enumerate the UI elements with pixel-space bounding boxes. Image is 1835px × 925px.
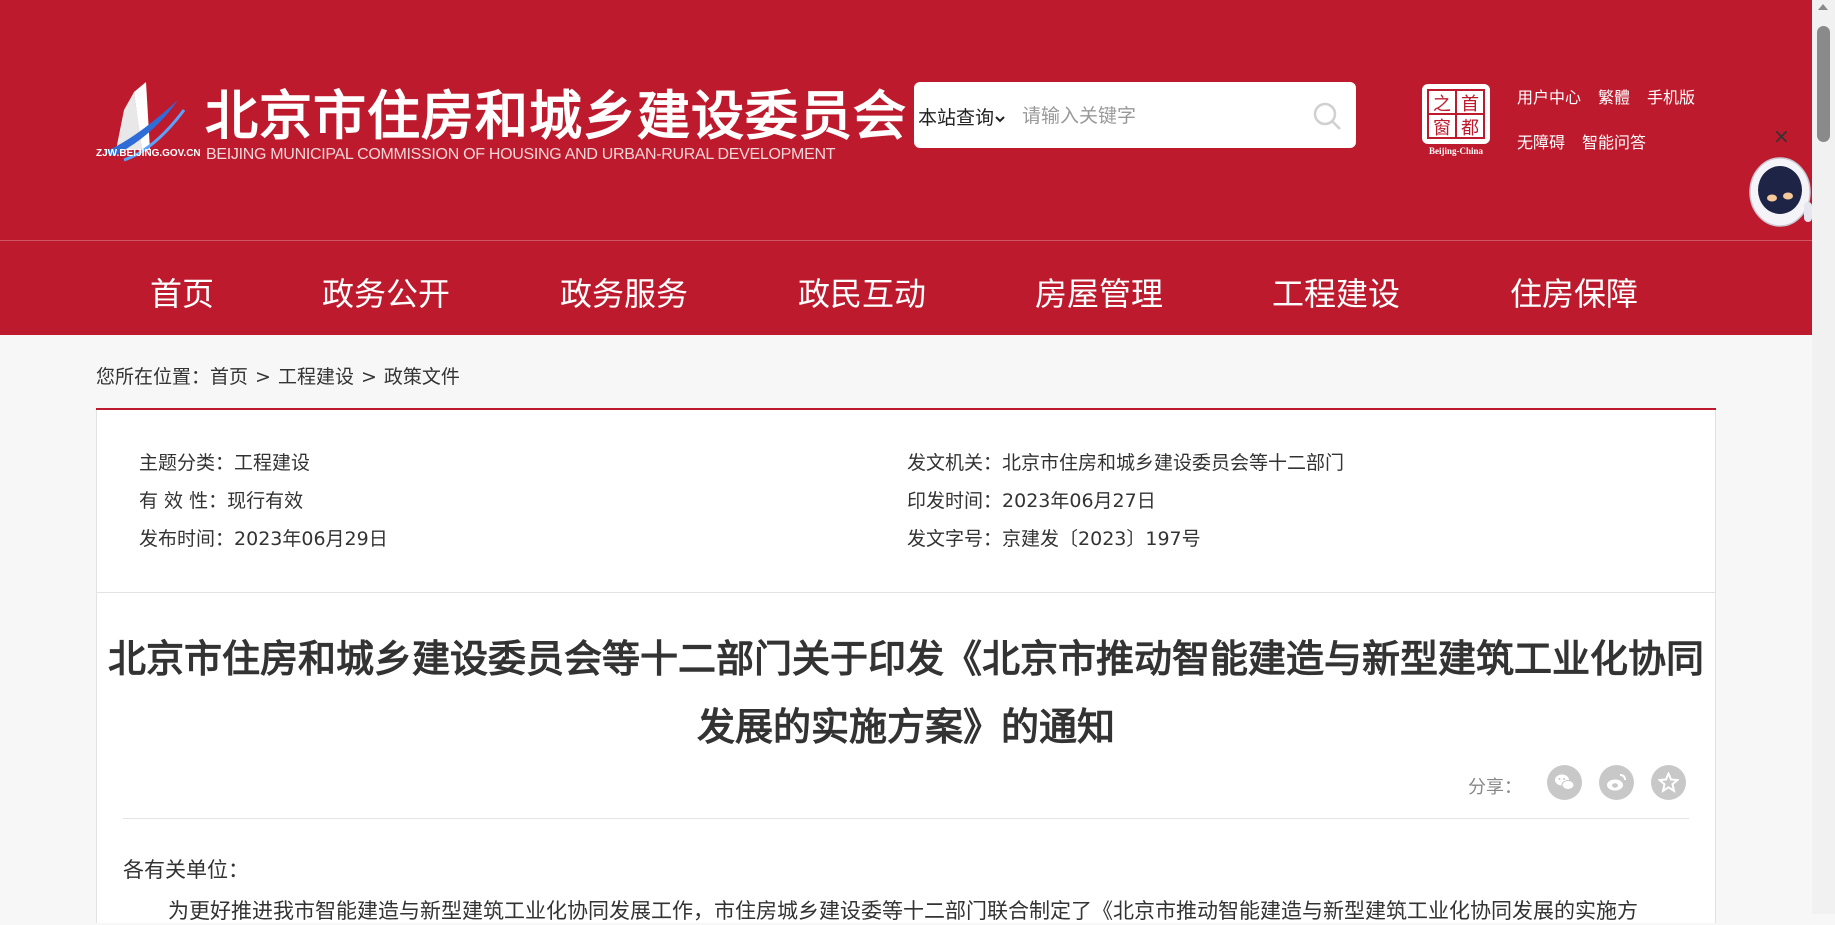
meta-publish-date: 发布时间：2023年06月29日 [139, 524, 388, 551]
scroll-thumb[interactable] [1817, 26, 1830, 142]
article-salutation: 各有关单位： [123, 858, 249, 882]
nav-item-public-interaction[interactable]: 政民互动 [798, 269, 926, 315]
robot-assistant-icon[interactable] [1744, 152, 1812, 232]
meta-doc-number: 发文字号：京建发〔2023〕197号 [907, 524, 1201, 551]
breadcrumb: 您所在位置：首页 > 工程建设 > 政策文件 [96, 362, 460, 389]
meta-publish-label: 发布时间： [139, 528, 235, 550]
capital-char-shou: 首 [1461, 94, 1479, 115]
meta-validity-value: 现行有效 [227, 490, 304, 512]
meta-topic-value: 工程建设 [234, 452, 311, 474]
article-paragraph: 为更好推进我市智能建造与新型建筑工业化协同发展工作，市住房城乡建设委等十二部门联… [168, 899, 1638, 923]
breadcrumb-policy-docs[interactable]: 政策文件 [384, 366, 460, 388]
meta-validity-label: 有 效 性： [139, 490, 228, 512]
search-scope-dropdown[interactable]: 本站查询 [918, 103, 1006, 130]
breadcrumb-engineering[interactable]: 工程建设 [278, 366, 354, 388]
logo-domain-text: ZJW.BEIJING.GOV.CN [96, 148, 201, 159]
meta-print-date: 印发时间：2023年06月27日 [907, 486, 1156, 513]
meta-issuer-value: 北京市住房和城乡建设委员会等十二部门 [1002, 452, 1345, 474]
site-subtitle: BEIJING MUNICIPAL COMMISSION OF HOUSING … [206, 146, 836, 163]
nav-item-government-services[interactable]: 政务服务 [560, 269, 688, 315]
article-divider [123, 818, 1689, 819]
wechat-icon [1555, 774, 1575, 790]
capital-char-chuang: 窗 [1433, 118, 1451, 139]
meta-print-value: 2023年06月27日 [1002, 490, 1156, 512]
breadcrumb-separator: > [255, 366, 271, 388]
site-title[interactable]: 北京市住房和城乡建设委员会 [205, 74, 907, 150]
article-body: 北京市住房和城乡建设委员会等十二部门关于印发《北京市推动智能建造与新型建筑工业化… [96, 593, 1716, 923]
capital-char-zhi: 之 [1433, 94, 1451, 115]
share-favorite-button[interactable] [1651, 765, 1686, 800]
search-box: 本站查询 [914, 82, 1356, 148]
share-weibo-button[interactable] [1599, 765, 1634, 800]
accessibility-link[interactable]: 无障碍 [1517, 129, 1565, 153]
meta-validity: 有 效 性：现行有效 [139, 486, 303, 513]
meta-issuer: 发文机关：北京市住房和城乡建设委员会等十二部门 [907, 448, 1344, 475]
document-metadata-panel: 主题分类：工程建设 有 效 性：现行有效 发布时间：2023年06月29日 发文… [96, 410, 1716, 593]
search-icon[interactable] [1311, 100, 1343, 132]
article-title-line-1: 北京市住房和城乡建设委员会等十二部门关于印发《北京市推动智能建造与新型建筑工业化… [107, 637, 1704, 681]
meta-doc-no-value: 京建发〔2023〕197号 [1002, 528, 1201, 550]
breadcrumb-prefix: 您所在位置： [96, 366, 211, 388]
nav-item-engineering-construction[interactable]: 工程建设 [1272, 269, 1400, 315]
breadcrumb-home[interactable]: 首页 [210, 366, 248, 388]
article-title-line-2: 发展的实施方案》的通知 [696, 705, 1115, 749]
search-scope-label: 本站查询 [918, 107, 995, 129]
smart-qa-link[interactable]: 智能问答 [1582, 129, 1646, 153]
meta-topic-label: 主题分类： [139, 452, 235, 474]
site-header: ZJW.BEIJING.GOV.CN 北京市住房和城乡建设委员会 BEIJING… [0, 0, 1812, 240]
search-input[interactable] [1020, 96, 1304, 136]
nav-item-housing-management[interactable]: 房屋管理 [1035, 269, 1163, 315]
meta-issuer-label: 发文机关： [907, 452, 1003, 474]
share-wechat-button[interactable] [1547, 765, 1582, 800]
article-title: 北京市住房和城乡建设委员会等十二部门关于印发《北京市推动智能建造与新型建筑工业化… [107, 625, 1705, 761]
share-label: 分享： [1468, 777, 1522, 798]
capital-window-logo[interactable]: 之 首 窗 都 Beijing-China [1420, 82, 1492, 158]
meta-publish-value: 2023年06月29日 [234, 528, 388, 550]
meta-print-label: 印发时间： [907, 490, 1003, 512]
nav-item-home[interactable]: 首页 [150, 269, 214, 315]
user-center-link[interactable]: 用户中心 [1517, 84, 1581, 108]
meta-topic: 主题分类：工程建设 [139, 448, 310, 475]
capital-char-du: 都 [1461, 118, 1479, 139]
capital-logo-caption: Beijing-China [1428, 146, 1483, 156]
main-nav: 首页 政务公开 政务服务 政民互动 房屋管理 工程建设 住房保障 [0, 241, 1812, 335]
breadcrumb-separator: > [360, 366, 377, 388]
nav-item-government-affairs[interactable]: 政务公开 [322, 269, 450, 315]
weibo-icon [1607, 774, 1626, 791]
scroll-up-arrow-icon[interactable] [1818, 4, 1828, 10]
page-scrollbar[interactable] [1812, 0, 1835, 914]
nav-item-housing-security[interactable]: 住房保障 [1510, 269, 1638, 315]
meta-doc-no-label: 发文字号： [907, 528, 1003, 550]
capital-window-icon: 之 首 窗 都 [1422, 84, 1490, 144]
robot-close-button[interactable]: × [1773, 124, 1790, 148]
star-icon [1658, 772, 1679, 793]
traditional-chinese-link[interactable]: 繁體 [1598, 84, 1630, 108]
mobile-version-link[interactable]: 手机版 [1647, 84, 1695, 108]
chevron-down-icon [995, 115, 1005, 122]
